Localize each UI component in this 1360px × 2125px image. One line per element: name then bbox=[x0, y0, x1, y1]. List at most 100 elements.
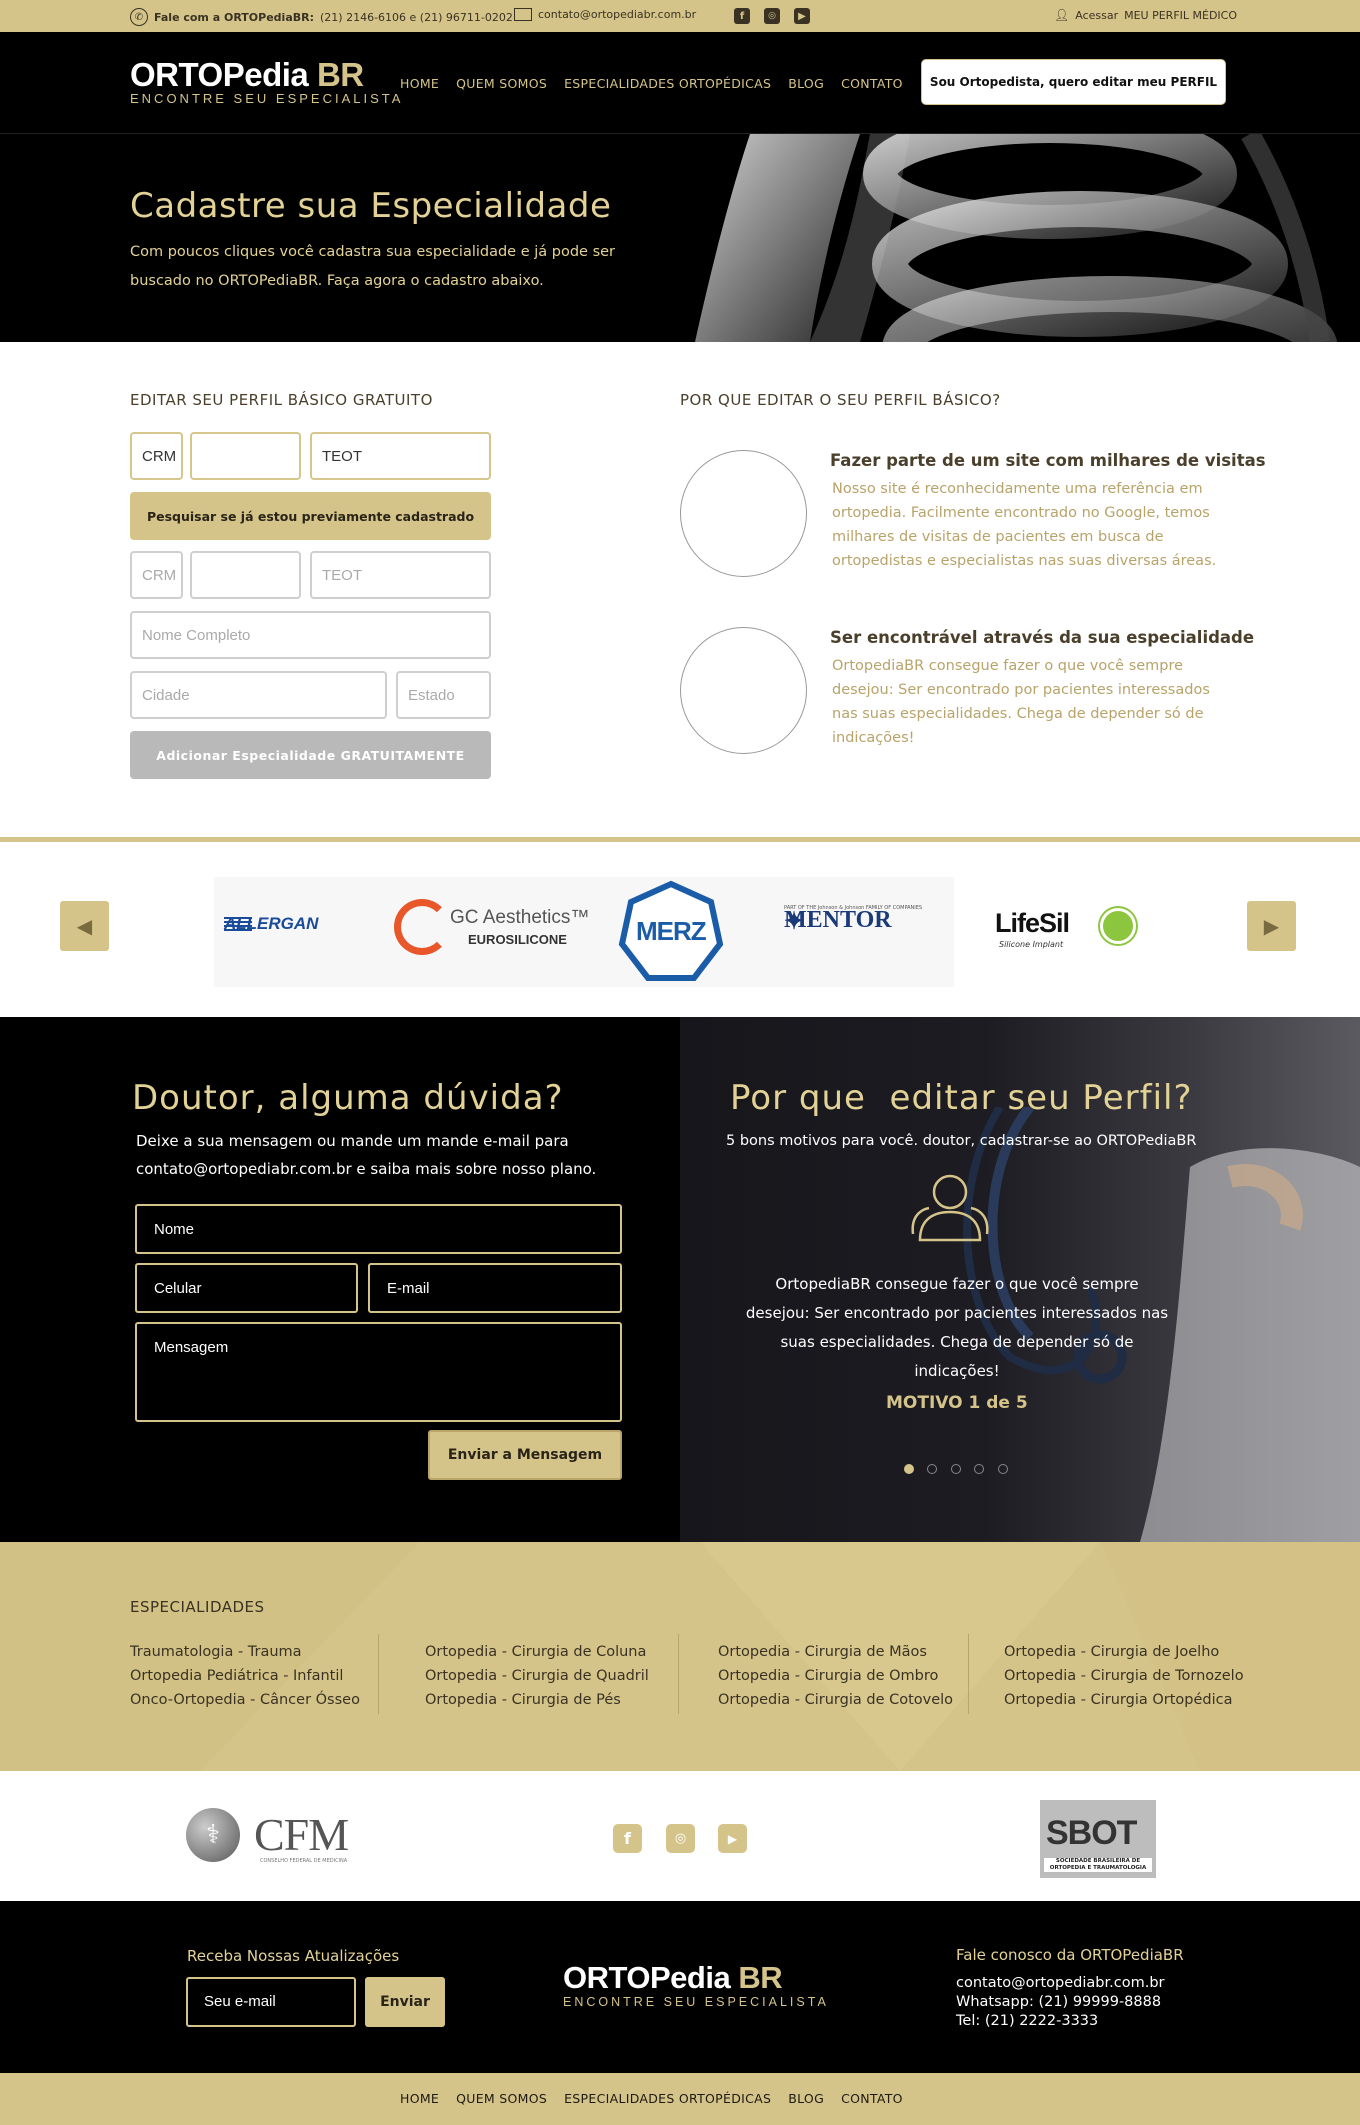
footer-logo-tagline: ENCONTRE SEU ESPECIALISTA bbox=[563, 1995, 829, 2009]
reason-2-title: Ser encontrável através da sua especiali… bbox=[830, 628, 1255, 647]
slider-dot-4[interactable] bbox=[974, 1464, 984, 1474]
footer-contact-email[interactable]: contato@ortopediabr.com.br bbox=[956, 1974, 1164, 1993]
specialties-title: ESPECIALIDADES bbox=[130, 1598, 265, 1616]
footer-facebook-icon[interactable]: f bbox=[613, 1824, 642, 1853]
specialty-link[interactable]: Ortopedia - Cirurgia de Pés bbox=[425, 1688, 649, 1712]
send-message-button[interactable]: Enviar a Mensagem bbox=[428, 1430, 622, 1480]
hero-spine-image bbox=[695, 134, 1338, 342]
city-input[interactable]: Cidade bbox=[130, 671, 387, 719]
specialty-link[interactable]: Ortopedia - Cirurgia Ortopédica bbox=[1004, 1688, 1244, 1712]
slider-dot-1[interactable] bbox=[904, 1464, 914, 1474]
youtube-icon[interactable]: ▶ bbox=[794, 8, 810, 24]
contact-message-input[interactable]: Mensagem bbox=[135, 1322, 622, 1422]
nav-about[interactable]: QUEM SOMOS bbox=[456, 76, 547, 91]
newsletter-title: Receba Nossas Atualizações bbox=[187, 1947, 400, 1965]
nav-specialties[interactable]: ESPECIALIDADES ORTOPÉDICAS bbox=[564, 76, 771, 91]
instagram-icon[interactable]: ◎ bbox=[764, 8, 780, 24]
footer-contact-details: contato@ortopediabr.com.br Whatsapp: (21… bbox=[956, 1974, 1164, 2031]
hero-banner: Cadastre sua Especialidade Com poucos cl… bbox=[0, 134, 1360, 342]
logo-main: ORTOPedia bbox=[130, 56, 309, 93]
crm-label-field-2[interactable]: CRM bbox=[130, 551, 183, 599]
facebook-icon[interactable]: f bbox=[734, 8, 750, 24]
teot-input-2[interactable]: TEOT bbox=[310, 551, 491, 599]
why-title: POR QUE EDITAR O SEU PERFIL BÁSICO? bbox=[680, 391, 1001, 409]
newsletter-send-button[interactable]: Enviar bbox=[365, 1977, 445, 2027]
contact-name-input[interactable]: Nome bbox=[135, 1204, 622, 1254]
contact-phone-input[interactable]: Celular bbox=[135, 1263, 358, 1313]
specialty-link[interactable]: Ortopedia - Cirurgia de Ombro bbox=[718, 1664, 953, 1688]
footer-nav-blog[interactable]: BLOG bbox=[788, 2091, 824, 2106]
slider-dot-2[interactable] bbox=[927, 1464, 937, 1474]
nav-home[interactable]: HOME bbox=[400, 76, 439, 91]
state-input[interactable]: Estado bbox=[396, 671, 491, 719]
reason-2-image bbox=[680, 627, 807, 754]
cfm-seal-icon: ⚕ bbox=[186, 1808, 240, 1862]
user-icon: 👤︎ bbox=[1054, 8, 1070, 22]
crm-label-field[interactable]: CRM bbox=[130, 432, 183, 480]
specialty-link[interactable]: Ortopedia - Cirurgia de Quadril bbox=[425, 1664, 649, 1688]
mail-icon bbox=[514, 8, 532, 21]
brand-lifesil[interactable]: LifeSil Silicone Implant bbox=[985, 888, 1148, 970]
phone-info: ✆ Fale com a ORTOPediaBR: (21) 2146-6106… bbox=[130, 8, 513, 26]
footer-whatsapp: Whatsapp: (21) 99999-8888 bbox=[956, 1994, 1162, 2010]
access-profile-link[interactable]: 👤︎ Acessar MEU PERFIL MÉDICO bbox=[1054, 8, 1237, 22]
specialty-link[interactable]: Ortopedia - Cirurgia de Coluna bbox=[425, 1640, 649, 1664]
logo-tagline: ENCONTRE SEU ESPECIALISTA bbox=[130, 91, 404, 106]
motives-subtitle: 5 bons motivos para você. doutor, cadast… bbox=[726, 1133, 1197, 1149]
specialty-link[interactable]: Onco-Ortopedia - Câncer Ósseo bbox=[130, 1688, 360, 1712]
footer-instagram-icon[interactable]: ◎ bbox=[666, 1824, 695, 1853]
footer-logo-accent: BR bbox=[738, 1960, 783, 1995]
contact-email-input[interactable]: E-mail bbox=[368, 1263, 622, 1313]
phone-label: Fale com a ORTOPediaBR: bbox=[154, 10, 314, 24]
brand-allergan[interactable]: ALLERGAN bbox=[224, 914, 318, 933]
teot-input[interactable]: TEOT bbox=[310, 432, 491, 480]
specialty-link[interactable]: Ortopedia - Cirurgia de Tornozelo bbox=[1004, 1664, 1244, 1688]
motive-counter: MOTIVO 1 de 5 bbox=[886, 1393, 1028, 1413]
phone-icon: ✆ bbox=[130, 8, 148, 26]
full-name-input[interactable]: Nome Completo bbox=[130, 611, 491, 659]
specialty-link[interactable]: Ortopedia - Cirurgia de Joelho bbox=[1004, 1640, 1244, 1664]
nav-contact[interactable]: CONTATO bbox=[841, 76, 903, 91]
doctors-group-icon bbox=[911, 1174, 989, 1242]
email-text: contato@ortopediabr.com.br bbox=[538, 8, 697, 21]
motive-text: OrtopediaBR consegue fazer o que você se… bbox=[745, 1275, 1169, 1380]
slider-dot-5[interactable] bbox=[998, 1464, 1008, 1474]
cfm-logo[interactable]: ⚕ CFM CONSELHO FEDERAL DE MEDICINA bbox=[186, 1806, 376, 1866]
footer-youtube-icon[interactable]: ▶ bbox=[718, 1824, 747, 1853]
sbot-logo[interactable]: SBOT SOCIEDADE BRASILEIRA DE ORTOPEDIA E… bbox=[1040, 1800, 1156, 1878]
brand-mentor[interactable]: ✦ MENTOR PART OF THE Johnson & Johnson F… bbox=[784, 905, 922, 935]
search-registered-button[interactable]: Pesquisar se já estou previamente cadast… bbox=[130, 492, 491, 540]
specialty-link[interactable]: Ortopedia Pediátrica - Infantil bbox=[130, 1664, 360, 1688]
specialty-link[interactable]: Ortopedia - Cirurgia de Cotovelo bbox=[718, 1688, 953, 1712]
specialty-link[interactable]: Ortopedia - Cirurgia de Mãos bbox=[718, 1640, 953, 1664]
reason-2-text: OrtopediaBR consegue fazer o que você se… bbox=[832, 658, 1210, 746]
contact-title: Doutor, alguma dúvida? bbox=[132, 1078, 564, 1118]
footer-nav-home[interactable]: HOME bbox=[400, 2091, 439, 2106]
specialty-link[interactable]: Traumatologia - Trauma bbox=[130, 1640, 360, 1664]
footer-nav-specialties[interactable]: ESPECIALIDADES ORTOPÉDICAS bbox=[564, 2091, 771, 2106]
footer-logo-main: ORTOPedia bbox=[563, 1960, 731, 1995]
hero-title: Cadastre sua Especialidade bbox=[130, 186, 612, 226]
footer-nav-contact[interactable]: CONTATO bbox=[841, 2091, 903, 2106]
lifesil-drop-icon bbox=[1100, 908, 1136, 944]
footer-logo[interactable]: ORTOPedia BR ENCONTRE SEU ESPECIALISTA bbox=[563, 1960, 829, 2010]
footer-nav-about[interactable]: QUEM SOMOS bbox=[456, 2091, 547, 2106]
carousel-prev-arrow-icon[interactable]: ◀ bbox=[60, 901, 109, 951]
newsletter-email-input[interactable]: Seu e-mail bbox=[186, 1977, 356, 2027]
slider-dot-3[interactable] bbox=[951, 1464, 961, 1474]
specialties-col-2: Ortopedia - Cirurgia de Coluna Ortopedia… bbox=[425, 1640, 649, 1712]
logo-accent: BR bbox=[316, 56, 364, 93]
brand-merz[interactable]: MERZ bbox=[618, 880, 724, 988]
carousel-next-arrow-icon[interactable]: ▶ bbox=[1247, 901, 1296, 951]
form-title: EDITAR SEU PERFIL BÁSICO GRATUITO bbox=[130, 391, 433, 409]
specialties-col-1: Traumatologia - Trauma Ortopedia Pediátr… bbox=[130, 1640, 360, 1712]
crm-number-input-2[interactable] bbox=[190, 551, 301, 599]
crm-number-input[interactable] bbox=[190, 432, 301, 480]
nav-blog[interactable]: BLOG bbox=[788, 76, 824, 91]
reason-1-image bbox=[680, 450, 807, 577]
email-link[interactable]: contato@ortopediabr.com.br bbox=[514, 8, 696, 21]
specialties-col-3: Ortopedia - Cirurgia de Mãos Ortopedia -… bbox=[718, 1640, 953, 1712]
add-specialty-button[interactable]: Adicionar Especialidade GRATUITAMENTE bbox=[130, 731, 491, 779]
edit-profile-button[interactable]: Sou Ortopedista, quero editar meu PERFIL bbox=[921, 59, 1226, 105]
site-logo[interactable]: ORTOPedia BR ENCONTRE SEU ESPECIALISTA bbox=[130, 58, 403, 106]
